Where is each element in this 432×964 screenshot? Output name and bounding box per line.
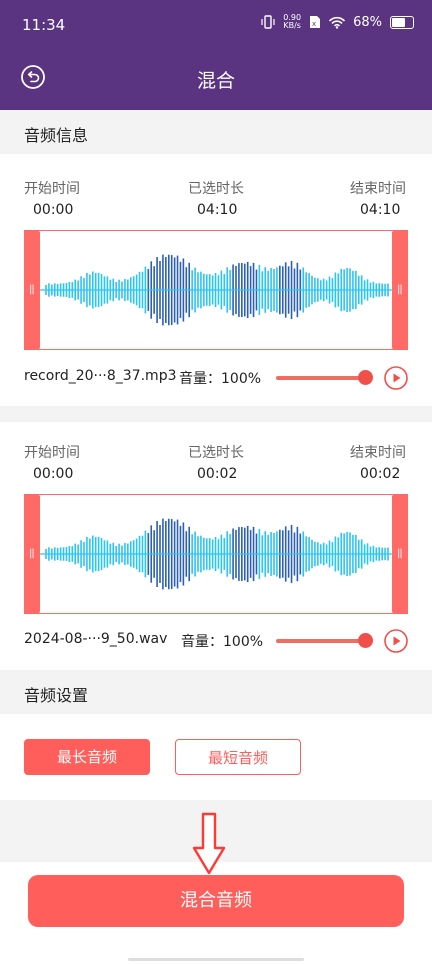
- volume-slider[interactable]: [276, 370, 373, 385]
- battery-percent: 68%: [353, 14, 382, 30]
- file-name: record_20···8_37.mp3: [24, 368, 177, 384]
- section-title: 音频信息: [24, 126, 89, 145]
- section-title: 音频设置: [24, 686, 89, 705]
- play-icon[interactable]: [384, 366, 408, 390]
- section-divider: [0, 406, 432, 422]
- volume-slider[interactable]: [276, 633, 373, 648]
- trim-handle-right[interactable]: ||: [392, 494, 408, 614]
- end-time-value: 04:10: [360, 202, 401, 218]
- wifi-icon: [329, 16, 345, 29]
- section-audio-settings: 音频设置: [0, 670, 432, 714]
- battery-icon: [390, 15, 414, 29]
- volume-value: 100%: [221, 371, 262, 387]
- volume-value: 100%: [223, 634, 264, 650]
- track-1-waveform[interactable]: || ||: [24, 230, 408, 350]
- waveform-graphic: [40, 254, 394, 326]
- end-time-label: 结束时间: [350, 181, 406, 197]
- track-1-times: 开始时间 已选时长 结束时间 00:00 04:10 04:10: [0, 178, 432, 228]
- duration-value: 04:10: [197, 202, 238, 218]
- start-time-value: 00:00: [33, 202, 74, 218]
- duration-label: 已选时长: [188, 445, 244, 461]
- end-time-label: 结束时间: [350, 445, 406, 461]
- start-time-label: 开始时间: [24, 445, 80, 461]
- trim-handle-left[interactable]: ||: [24, 494, 40, 614]
- mix-audio-button[interactable]: 混合音频: [28, 875, 404, 927]
- sim-icon: x: [310, 16, 321, 28]
- end-time-value: 00:02: [360, 466, 401, 482]
- shortest-audio-button[interactable]: 最短音频: [175, 739, 301, 775]
- track-1-controls: record_20···8_37.mp3 音量：100%: [0, 362, 432, 392]
- longest-audio-button[interactable]: 最长音频: [24, 739, 150, 775]
- start-time-label: 开始时间: [24, 181, 80, 197]
- grip-icon: ||: [29, 284, 35, 295]
- section-audio-info: 音频信息: [0, 110, 432, 154]
- vibrate-icon: [261, 15, 275, 29]
- grip-icon: ||: [397, 284, 403, 295]
- network-speed: 0.90 KB/s: [283, 13, 302, 30]
- trim-handle-left[interactable]: ||: [24, 230, 40, 350]
- app-header: 混合: [0, 48, 432, 110]
- track-2-times: 开始时间 已选时长 结束时间 00:00 00:02 00:02: [0, 442, 432, 492]
- grip-icon: ||: [29, 548, 35, 559]
- slider-knob[interactable]: [358, 370, 373, 385]
- home-indicator: [128, 958, 304, 961]
- play-icon[interactable]: [384, 629, 408, 653]
- volume-label: 音量：100%: [179, 371, 262, 387]
- file-name: 2024-08-···9_50.wav: [24, 631, 168, 647]
- status-time: 11:34: [22, 16, 66, 34]
- slider-knob[interactable]: [358, 633, 373, 648]
- status-bar: 11:34 0.90 KB/s x 68%: [0, 0, 432, 48]
- waveform-graphic: [40, 518, 394, 590]
- track-2-waveform[interactable]: || ||: [24, 494, 408, 614]
- volume-label: 音量：100%: [181, 634, 264, 650]
- start-time-value: 00:00: [33, 466, 74, 482]
- arrow-down-icon: [192, 812, 226, 875]
- duration-value: 00:02: [197, 466, 238, 482]
- trim-handle-right[interactable]: ||: [392, 230, 408, 350]
- duration-label: 已选时长: [188, 181, 244, 197]
- status-icons: 0.90 KB/s x 68%: [261, 14, 414, 30]
- svg-text:x: x: [312, 20, 316, 28]
- page-title: 混合: [196, 70, 235, 92]
- grip-icon: ||: [397, 548, 403, 559]
- track-2-controls: 2024-08-···9_50.wav 音量：100%: [0, 625, 432, 655]
